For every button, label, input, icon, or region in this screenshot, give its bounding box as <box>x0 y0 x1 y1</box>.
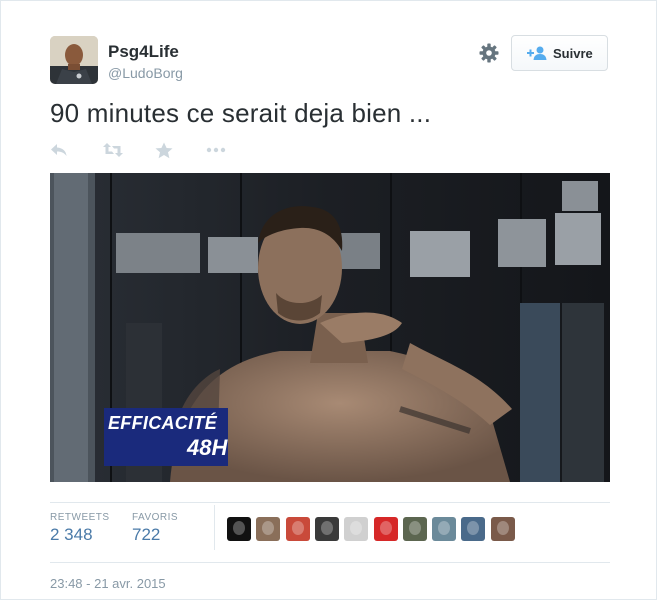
follow-button[interactable]: Suivre <box>511 35 608 71</box>
favorite-icon[interactable] <box>155 142 173 162</box>
retweet-icon[interactable] <box>102 142 124 162</box>
favorites-label[interactable]: FAVORIS <box>132 512 178 523</box>
favoriter-avatar-1[interactable] <box>227 517 251 541</box>
stats-separator <box>214 505 215 550</box>
more-icon[interactable] <box>206 142 226 162</box>
user-avatar[interactable] <box>50 36 98 84</box>
favoriter-avatar-4[interactable] <box>314 517 339 541</box>
overlay-line-2: 48H <box>187 435 228 460</box>
favoriter-avatar-9[interactable] <box>461 517 486 541</box>
overlay-line-1: EFFICACITÉ <box>108 413 217 433</box>
divider <box>50 562 610 563</box>
user-handle[interactable]: @LudoBorg <box>108 65 183 81</box>
retweets-count[interactable]: 2 348 <box>50 525 93 545</box>
favoriter-avatar-7[interactable] <box>402 517 427 541</box>
follow-label: Suivre <box>553 46 593 61</box>
reply-icon[interactable] <box>50 142 68 162</box>
favorites-count[interactable]: 722 <box>132 525 160 545</box>
tweet-media-image[interactable]: EFFICACITÉ 48H <box>50 173 610 482</box>
gear-icon[interactable] <box>478 42 500 64</box>
favoriter-avatar-5[interactable] <box>344 517 369 541</box>
favoriter-avatar-3[interactable] <box>285 517 310 541</box>
favoriter-avatar-6[interactable] <box>373 517 398 541</box>
user-fullname[interactable]: Psg4Life <box>108 42 179 62</box>
add-user-icon <box>527 45 547 61</box>
retweets-label[interactable]: RETWEETS <box>50 512 110 523</box>
favoriter-avatar-10[interactable] <box>490 517 515 541</box>
divider <box>50 502 610 503</box>
favoriter-avatar-2[interactable] <box>256 517 281 541</box>
tweet-text: 90 minutes ce serait deja bien ... <box>50 98 432 128</box>
tweet-timestamp[interactable]: 23:48 - 21 avr. 2015 <box>50 576 166 591</box>
favoriter-avatar-8[interactable] <box>432 517 457 541</box>
